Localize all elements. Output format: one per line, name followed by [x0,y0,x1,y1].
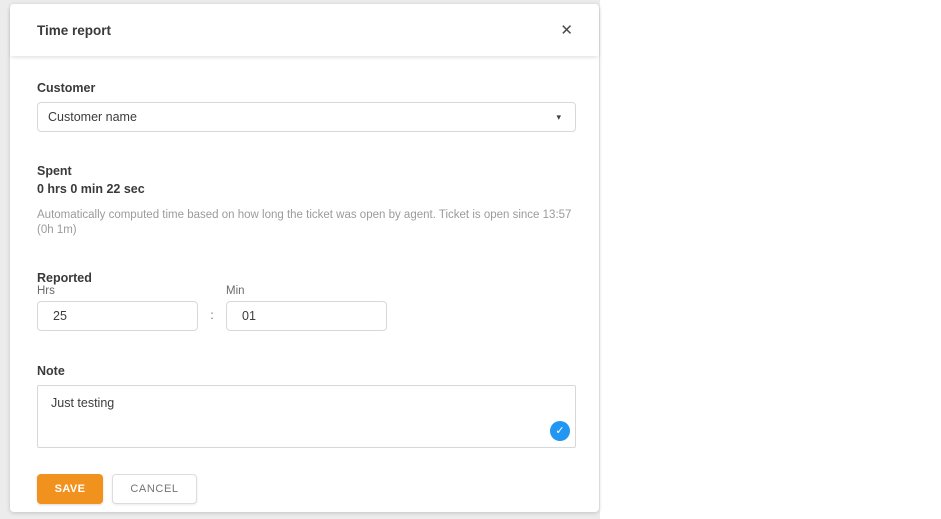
modal-title: Time report [37,23,111,38]
chevron-down-icon: ▾ [556,112,561,123]
reported-time-row: Hrs : Min [37,285,572,331]
page-background: Time report ✕ Customer Customer name ▾ S… [0,0,941,519]
note-label: Note [37,364,572,378]
save-button[interactable]: SAVE [37,474,103,504]
customer-field: Customer Customer name ▾ [37,81,572,132]
customer-select-value: Customer name [48,110,137,124]
spent-value: 0 hrs 0 min 22 sec [37,182,572,196]
time-separator: : [198,308,226,331]
time-report-modal: Time report ✕ Customer Customer name ▾ S… [10,4,599,512]
customer-label: Customer [37,81,572,95]
min-label: Min [226,285,387,297]
hrs-input[interactable] [37,301,198,331]
min-column: Min [226,285,387,331]
hrs-column: Hrs [37,285,198,331]
note-section: Note Just testing ✓ [37,364,572,448]
modal-actions: SAVE CANCEL [37,474,572,504]
customer-select[interactable]: Customer name ▾ [37,102,576,132]
spent-section: Spent 0 hrs 0 min 22 sec Automatically c… [37,164,572,238]
spent-hint-text: Automatically computed time based on how… [37,208,576,238]
hrs-label: Hrs [37,285,198,297]
reported-section: Reported Hrs : Min [37,271,572,331]
note-checkmark-badge[interactable]: ✓ [550,421,570,441]
note-textarea[interactable]: Just testing [37,385,576,448]
modal-header: Time report ✕ [10,4,599,56]
reported-label: Reported [37,271,572,285]
close-icon[interactable]: ✕ [556,19,577,42]
modal-body: Customer Customer name ▾ Spent 0 hrs 0 m… [10,56,599,504]
note-textarea-wrap: Just testing ✓ [37,385,576,448]
cancel-button[interactable]: CANCEL [112,474,197,504]
min-input[interactable] [226,301,387,331]
spent-label: Spent [37,164,572,178]
